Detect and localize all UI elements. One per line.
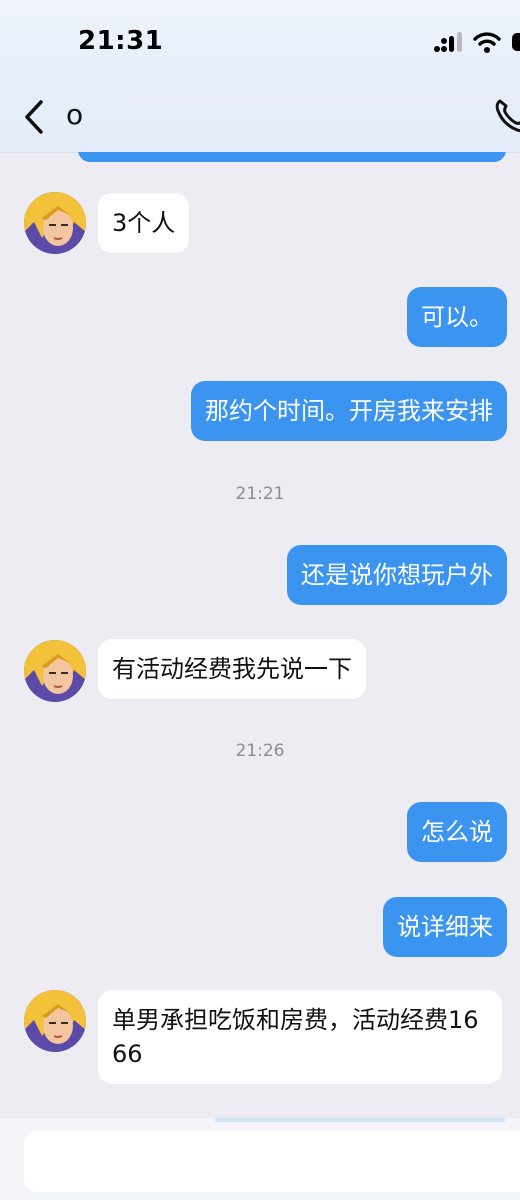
input-bar <box>0 1118 520 1200</box>
avatar-image <box>24 192 86 254</box>
avatar[interactable] <box>24 192 86 254</box>
message-bubble-incoming[interactable]: 单男承担吃饭和房费，活动经费1666 <box>98 990 502 1084</box>
message-bubble-outgoing[interactable]: 还是说你想玩户外 <box>287 545 507 605</box>
avatar[interactable] <box>24 640 86 702</box>
input-bar-edge <box>215 1118 505 1122</box>
phone-icon[interactable] <box>492 96 520 136</box>
chat-header: 21:31 o <box>0 0 520 153</box>
message-bubble-incoming[interactable]: 有活动经费我先说一下 <box>98 639 366 699</box>
battery-icon <box>512 33 520 51</box>
message-bubble-outgoing[interactable]: 可以。 <box>407 287 507 347</box>
chat-title: o <box>66 98 84 131</box>
cellular-signal-icon <box>434 32 462 52</box>
chevron-left-icon <box>25 100 43 134</box>
avatar-image <box>24 640 86 702</box>
wifi-icon <box>473 32 501 53</box>
message-bubble-outgoing[interactable]: 那约个时间。开房我来安排 <box>191 381 507 441</box>
message-bubble-incoming[interactable]: 3个人 <box>98 193 190 253</box>
message-bubble-outgoing[interactable]: 怎么说 <box>407 802 507 862</box>
message-list[interactable]: 3个人 可以。 那约个时间。开房我来安排 21:21 还是说你想玩户外 有活动经… <box>0 152 520 1118</box>
avatar[interactable] <box>24 990 86 1052</box>
message-bubble-partial[interactable] <box>78 152 506 162</box>
avatar-image <box>24 990 86 1052</box>
timestamp-separator: 21:21 <box>235 484 285 504</box>
status-time: 21:31 <box>78 26 164 56</box>
message-input[interactable] <box>24 1130 520 1192</box>
back-button[interactable] <box>14 96 54 138</box>
timestamp-separator: 21:26 <box>235 741 285 761</box>
message-bubble-outgoing[interactable]: 说详细来 <box>383 897 507 957</box>
